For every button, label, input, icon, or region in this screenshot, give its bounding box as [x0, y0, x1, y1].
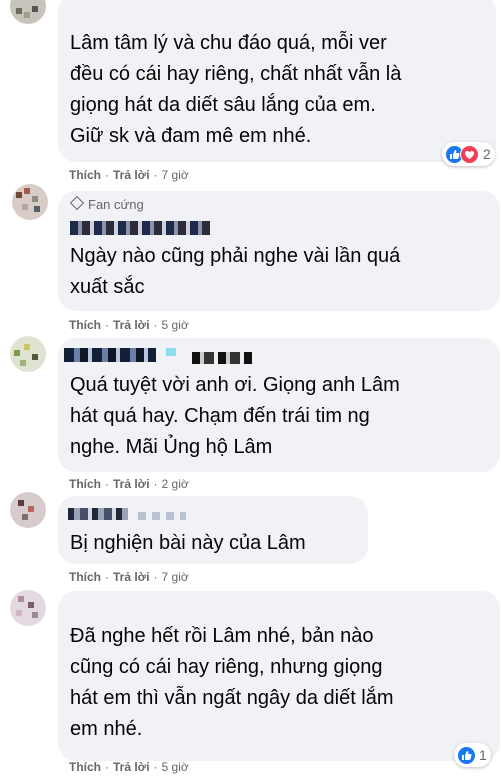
love-reaction-icon — [460, 144, 479, 164]
comment-bubble: Bị nghiện bài này của Lâm — [58, 496, 368, 564]
like-link[interactable]: Thích — [69, 318, 101, 332]
comment-bubble: Quá tuyệt vời anh ơi. Giọng anh Lâm hát … — [58, 338, 500, 472]
obscured-name — [192, 352, 252, 364]
comment-bubble: Fan cứng Ngày nào cũng phải nghe vài lần… — [58, 191, 500, 311]
comment-text: Đã nghe hết rồi Lâm nhé, bản nào cũng có… — [70, 625, 394, 740]
comment-bubble: Đã nghe hết rồi Lâm nhé, bản nào cũng có… — [58, 591, 500, 767]
avatar[interactable] — [10, 336, 46, 372]
avatar[interactable] — [10, 492, 46, 528]
comment-time[interactable]: 5 giờ — [162, 318, 189, 332]
reaction-summary[interactable]: 2 — [442, 142, 495, 166]
avatar[interactable] — [12, 184, 48, 220]
like-link[interactable]: Thích — [69, 477, 101, 491]
fan-badge-icon — [69, 195, 85, 211]
comment-text: Lâm tâm lý và chu đáo quá, mỗi ver đều c… — [70, 32, 402, 147]
reaction-summary[interactable]: 1 — [454, 743, 491, 767]
comment-text: Quá tuyệt vời anh ơi. Giọng anh Lâm hát … — [70, 374, 400, 458]
reply-link[interactable]: Trả lời — [113, 168, 150, 182]
comment-bubble: Lâm tâm lý và chu đáo quá, mỗi ver đều c… — [58, 0, 496, 166]
reply-link[interactable]: Trả lời — [113, 570, 150, 584]
comment-actions: Thích · Trả lời · 5 giờ — [69, 760, 189, 774]
comment-actions: Thích · Trả lời · 7 giờ — [69, 570, 189, 584]
obscured-name — [166, 348, 176, 356]
reaction-count: 1 — [479, 747, 487, 763]
avatar[interactable] — [10, 590, 46, 626]
reaction-count: 2 — [483, 146, 491, 162]
obscured-name — [138, 512, 186, 520]
badge-label: Fan cứng — [88, 197, 144, 212]
comment-actions: Thích · Trả lời · 5 giờ — [69, 318, 189, 332]
comment-time[interactable]: 5 giờ — [162, 760, 189, 774]
obscured-name — [68, 508, 128, 520]
comment-time[interactable]: 7 giờ — [162, 570, 189, 584]
comment-text: Bị nghiện bài này của Lâm — [70, 532, 306, 554]
fan-badge: Fan cứng — [69, 195, 144, 212]
like-link[interactable]: Thích — [69, 168, 101, 182]
obscured-name — [64, 348, 156, 362]
reply-link[interactable]: Trả lời — [113, 318, 150, 332]
comment-actions: Thích · Trả lời · 2 giờ — [69, 477, 189, 491]
like-link[interactable]: Thích — [69, 760, 101, 774]
like-link[interactable]: Thích — [69, 570, 101, 584]
comment-time[interactable]: 2 giờ — [162, 477, 189, 491]
reply-link[interactable]: Trả lời — [113, 760, 150, 774]
comment-time[interactable]: 7 giờ — [162, 168, 189, 182]
avatar[interactable] — [10, 0, 46, 24]
like-reaction-icon — [458, 746, 475, 764]
comment-text: Ngày nào cũng phải nghe vài lần quá xuất… — [70, 245, 401, 298]
reply-link[interactable]: Trả lời — [113, 477, 150, 491]
obscured-name — [70, 221, 210, 235]
comment-actions: Thích · Trả lời · 7 giờ — [69, 168, 189, 182]
